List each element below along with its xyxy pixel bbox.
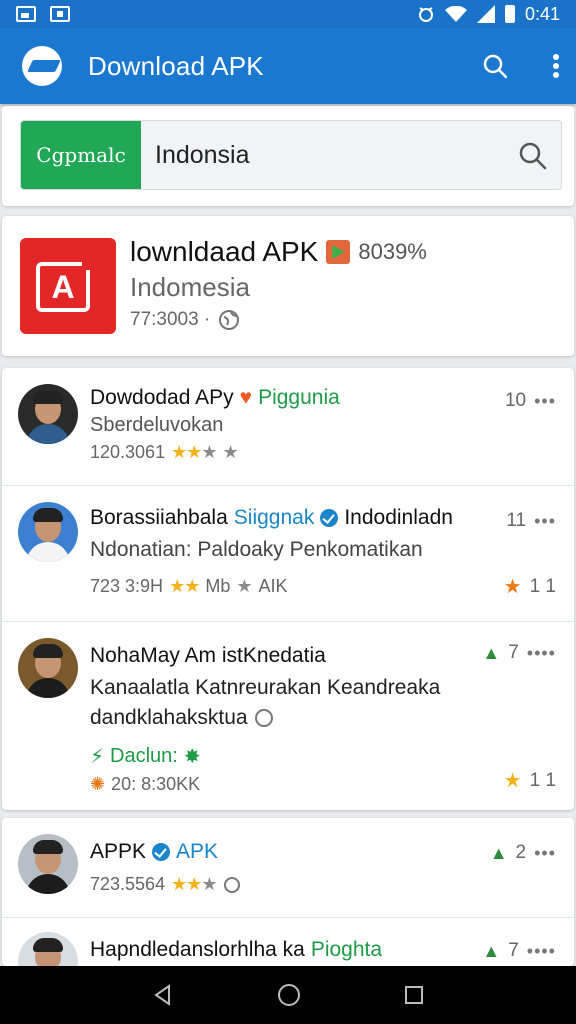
avatar	[18, 932, 78, 966]
heart-icon: ♥	[239, 386, 253, 409]
list-item-tag-secondary: Indodinladn	[344, 506, 453, 529]
star-icon: ★	[503, 576, 522, 598]
list-item-title: APPK	[90, 840, 147, 863]
list-item-like-count: 7	[508, 940, 519, 961]
list-item-title: Borassiiahbala	[90, 506, 228, 529]
search-icon[interactable]	[482, 53, 508, 79]
list-item-rating-count: 1 1	[529, 769, 556, 791]
status-time: 0:41	[524, 3, 560, 24]
list-item-like-count: 2	[515, 842, 527, 863]
info-icon	[254, 709, 273, 727]
chat-icon	[223, 876, 240, 893]
search-submit-icon[interactable]	[517, 140, 547, 170]
app-bar: Download APK	[0, 28, 576, 104]
alarm-icon	[418, 7, 433, 22]
featured-app-meta: 77:3003 ·	[130, 309, 211, 330]
list-item-count: 10	[504, 390, 527, 411]
more-options-icon[interactable]: ••••	[527, 941, 556, 962]
list-item-line: dandklahaksktua	[90, 706, 248, 729]
sun-icon: ✺	[90, 774, 106, 794]
wifi-icon	[444, 6, 467, 22]
more-options-icon[interactable]: •••	[534, 843, 556, 864]
featured-app-percent: 8039%	[358, 239, 427, 264]
list-item-like-count: 7	[508, 642, 519, 663]
list-item-extra: AIK	[258, 576, 288, 596]
list-item-meta: 120.3061	[90, 442, 166, 462]
list-item-count: 11	[506, 510, 527, 531]
search-card: Cgpmalc Indonsia	[2, 106, 574, 206]
list-item[interactable]: Dowdodad APy ♥ Piggunia Sberdeluvokan 12…	[2, 368, 574, 486]
more-options-icon[interactable]: •••	[534, 511, 556, 532]
list-item-tag: APK	[176, 840, 219, 863]
globe-icon	[219, 310, 240, 330]
search-input[interactable]: Indonsia	[155, 141, 250, 170]
app-notification-icon	[50, 6, 70, 22]
app-list-card: Dowdodad APy ♥ Piggunia Sberdeluvokan 12…	[2, 368, 574, 810]
rating-stars-icon: ★★	[169, 576, 200, 596]
list-item-title: Hapndledanslorhlha ka	[90, 938, 305, 961]
bolt-icon: ⚡	[90, 746, 105, 768]
list-item-subtitle: Ndonatian: Paldoaky Penkomatikan	[90, 538, 423, 561]
list-item-status: Daclun:	[110, 745, 178, 767]
list-item-tag: Piggunia	[258, 386, 340, 409]
list-item-line: Kanaalatla Katnreurakan Keandreaka	[90, 676, 441, 699]
avatar	[18, 384, 78, 444]
list-item-tag: Siiggnak	[233, 506, 315, 529]
list-item-title: Dowdodad APy	[90, 386, 234, 409]
more-options-icon[interactable]: ••••	[527, 643, 556, 664]
back-icon[interactable]	[151, 983, 175, 1007]
list-item-meta: 723 3:9H	[90, 576, 164, 596]
avatar	[18, 502, 78, 562]
verified-icon	[320, 509, 339, 527]
app-title: Download APK	[88, 50, 264, 81]
app-list-card: APPK APK 723.5564 ★★★ ▲ 2 ••• Hapndledan…	[2, 818, 574, 966]
play-store-badge-icon	[326, 240, 351, 264]
badge-star-icon: ✸	[183, 746, 201, 768]
battery-icon	[504, 5, 515, 23]
list-item-meta: 723.5564	[90, 874, 166, 894]
featured-app-title: lownldaad APK	[130, 236, 319, 267]
app-logo-icon	[22, 46, 62, 86]
featured-app-subtitle: Indomesia	[130, 272, 250, 302]
signal-icon	[476, 5, 495, 23]
list-item[interactable]: APPK APK 723.5564 ★★★ ▲ 2 •••	[2, 818, 574, 918]
star-outline-icon: ★	[236, 576, 253, 596]
list-item-tag: Pioghta	[310, 938, 383, 961]
system-nav-bar	[0, 966, 576, 1024]
list-item[interactable]: Borassiiahbala Siiggnak Indodinladn Ndon…	[2, 486, 574, 622]
star-outline-icon: ★	[222, 442, 239, 462]
avatar	[18, 834, 78, 894]
gallery-notification-icon	[16, 6, 36, 22]
list-item-meta: 20: 8:30KK	[111, 774, 201, 794]
thumbs-up-icon: ▲	[482, 940, 501, 961]
rating-stars-icon: ★★★	[171, 874, 217, 894]
recents-icon[interactable]	[403, 984, 425, 1006]
search-filter-chip[interactable]: Cgpmalc	[21, 121, 141, 189]
list-item-title: NohaMay Am istKnedatia	[90, 644, 326, 667]
status-bar: 0:41	[0, 0, 576, 28]
overflow-menu-icon[interactable]	[552, 53, 560, 79]
featured-app-icon[interactable]: A	[20, 238, 116, 334]
featured-app-card[interactable]: A lownldaad APK 8039% Indomesia 77:3003 …	[2, 216, 574, 356]
more-options-icon[interactable]: •••	[534, 391, 556, 412]
avatar	[18, 638, 78, 698]
list-item-size: Mb	[205, 576, 231, 596]
home-icon[interactable]	[276, 982, 302, 1008]
thumbs-up-icon: ▲	[482, 642, 501, 663]
verified-icon	[152, 843, 171, 861]
search-box[interactable]: Cgpmalc Indonsia	[20, 120, 562, 190]
thumbs-up-icon: ▲	[489, 842, 508, 863]
rating-stars-icon: ★★★	[171, 442, 217, 462]
star-icon: ★	[503, 770, 522, 792]
list-item-subtitle: Sberdeluvokan	[90, 414, 224, 436]
list-item[interactable]: NohaMay Am istKnedatia Kanaalatla Katnre…	[2, 622, 574, 810]
list-item-rating-count: 1 1	[529, 575, 556, 597]
list-item[interactable]: Hapndledanslorhlha ka Pioghta ▲ 7 ••••	[2, 918, 574, 966]
